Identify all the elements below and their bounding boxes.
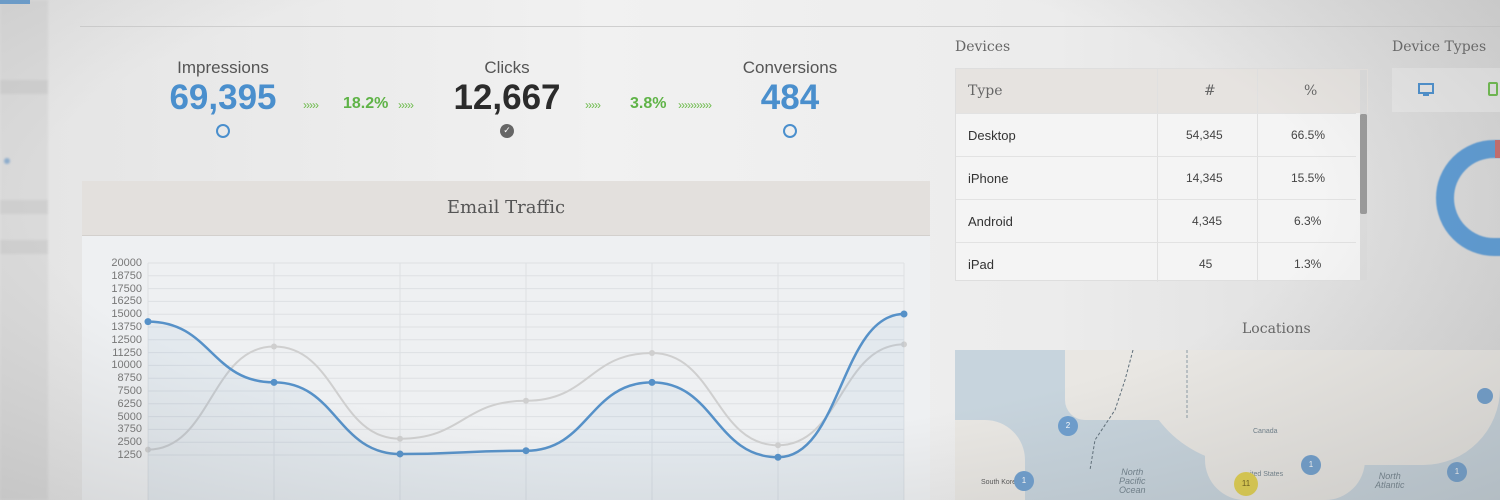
device-types-toolbar [1392, 68, 1500, 112]
map-label-north-atlantic: North Atlantic [1375, 471, 1405, 490]
header-type[interactable]: Type [968, 83, 1003, 99]
device-count: 54,345 [1186, 128, 1223, 142]
data-point[interactable] [523, 397, 529, 404]
data-point[interactable] [270, 378, 278, 386]
map-cluster-marker[interactable]: 2 [1058, 416, 1078, 436]
desktop-icon[interactable] [1418, 83, 1434, 97]
device-percent: 6.3% [1294, 214, 1322, 228]
device-count: 45 [1199, 257, 1213, 271]
device-count: 14,345 [1186, 171, 1223, 185]
map-label-north-pacific: North Pacific Ocean [1119, 467, 1146, 495]
table-row[interactable]: iPad 45 1.3% [956, 242, 1356, 285]
devices-title: Devices [955, 39, 1011, 55]
device-percent: 1.3% [1294, 257, 1322, 271]
map-borders [1089, 350, 1188, 471]
device-percent: 66.5% [1291, 128, 1326, 142]
device-percent: 15.5% [1291, 171, 1326, 185]
dashboard-page: Impressions 69,395 ››››› 18.2% ››››› Cli… [0, 0, 1500, 500]
data-point[interactable] [774, 453, 782, 461]
locations-map[interactable]: Canada North Pacific Ocean North Atlanti… [955, 350, 1500, 500]
table-header: Type # % [956, 69, 1368, 113]
map-label-canada: Canada [1253, 428, 1278, 435]
locations-title: Locations [1242, 321, 1311, 337]
data-point[interactable] [397, 435, 403, 442]
device-type: Desktop [968, 128, 1016, 143]
map-cluster-marker[interactable] [1477, 388, 1493, 404]
map-cluster-marker[interactable]: 11 [1234, 472, 1258, 496]
header-percent[interactable]: % [1304, 83, 1317, 99]
table-row[interactable]: Desktop 54,345 66.5% [956, 113, 1356, 156]
data-point[interactable] [775, 442, 781, 449]
data-point[interactable] [649, 350, 655, 357]
table-row[interactable]: Android 4,345 6.3% [956, 199, 1356, 242]
scrollbar-thumb[interactable] [1360, 114, 1367, 214]
data-point[interactable] [522, 447, 530, 455]
map-cluster-marker[interactable]: 1 [1447, 462, 1467, 482]
donut-segment[interactable] [1495, 140, 1500, 158]
data-point[interactable] [396, 450, 404, 458]
device-types-title: Device Types [1392, 39, 1487, 55]
device-count: 4,345 [1192, 214, 1223, 228]
device-type: iPad [968, 257, 995, 272]
data-point[interactable] [900, 310, 908, 318]
data-point[interactable] [648, 378, 656, 386]
table-row[interactable]: iPhone 14,345 15.5% [956, 156, 1356, 199]
data-point[interactable] [144, 318, 152, 326]
data-point[interactable] [271, 343, 277, 350]
map-cluster-marker[interactable]: 1 [1014, 471, 1034, 491]
mobile-icon[interactable] [1488, 82, 1498, 96]
device-type: Android [968, 214, 1013, 229]
map-cluster-marker[interactable]: 1 [1301, 455, 1321, 475]
devices-table: Type # % Desktop 54,345 66.5% iPhone 14,… [955, 68, 1368, 282]
header-count[interactable]: # [1204, 83, 1216, 99]
device-type: iPhone [968, 171, 1009, 186]
